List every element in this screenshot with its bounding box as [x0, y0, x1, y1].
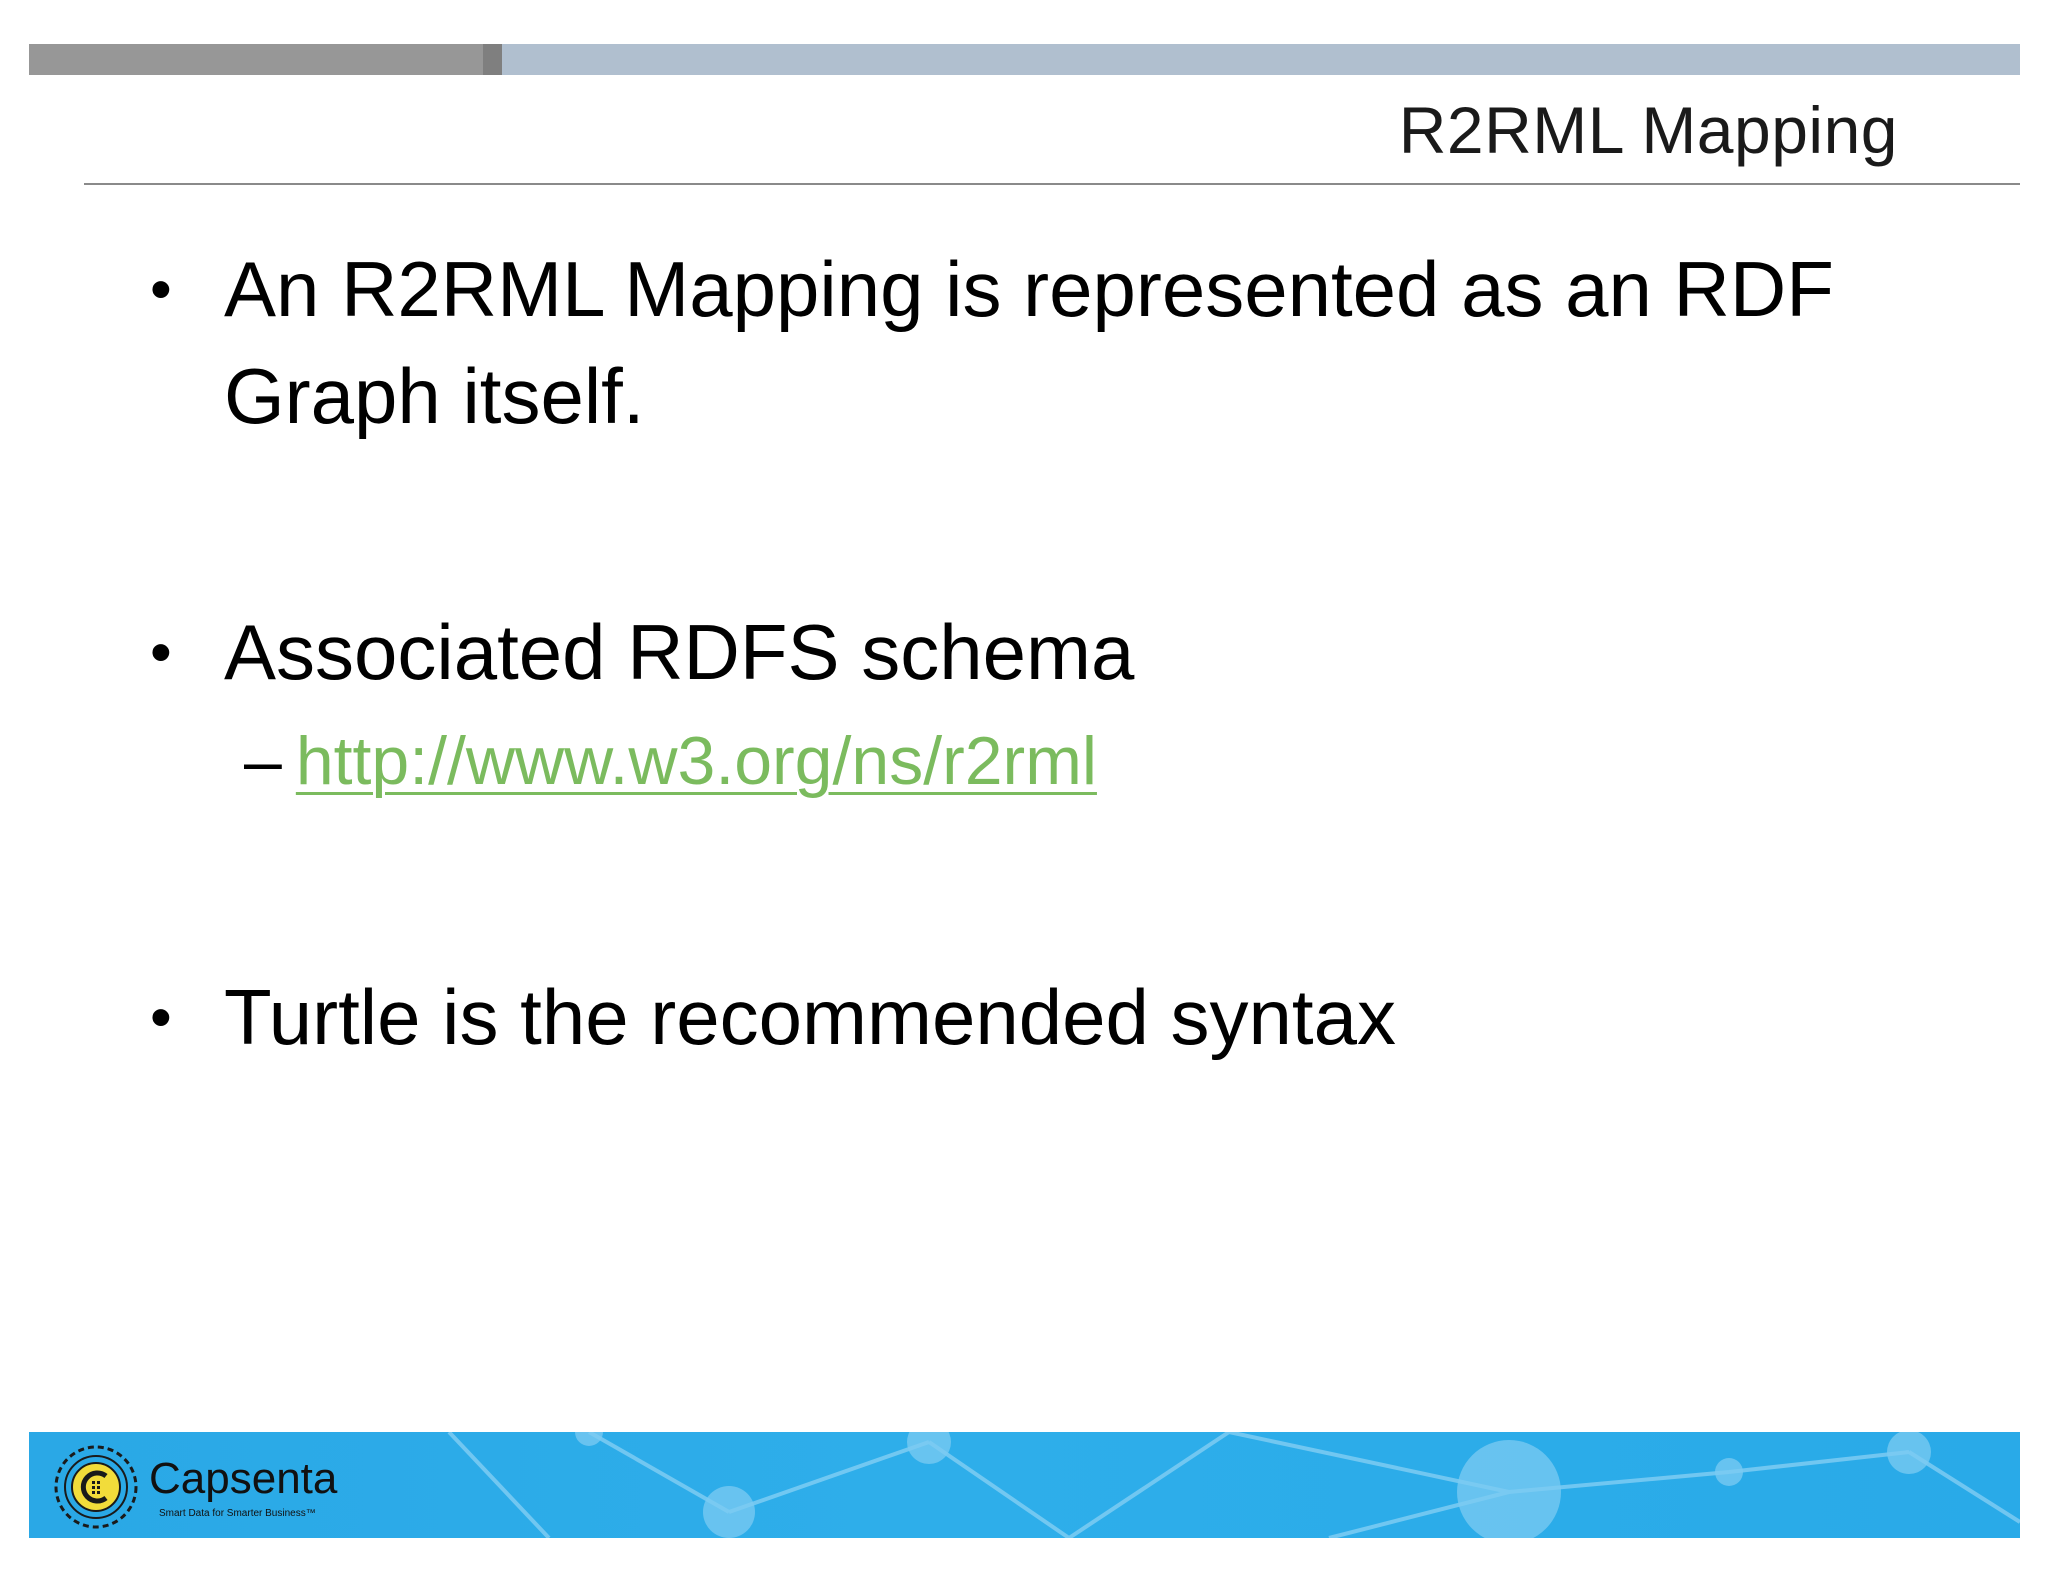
capsenta-logo-icon: [54, 1445, 138, 1529]
bullet-text: Turtle is the recommended syntax: [224, 973, 1396, 1061]
sub-bullet-item: – http://www.w3.org/ns/r2rml: [244, 716, 1097, 806]
bullet-marker: •: [150, 618, 172, 687]
brand-tagline: Smart Data for Smarter Business™: [159, 1508, 316, 1519]
footer-banner: Capsenta Smart Data for Smarter Business…: [29, 1432, 2020, 1538]
slide: R2RML Mapping • An R2RML Mapping is repr…: [0, 0, 2048, 1582]
slide-title: R2RML Mapping: [1398, 93, 1898, 167]
bullet-text: Associated RDFS schema: [224, 608, 1135, 696]
top-bar-light-segment: [502, 44, 2020, 75]
r2rml-schema-link[interactable]: http://www.w3.org/ns/r2rml: [296, 723, 1097, 799]
top-bar-dark-segment: [29, 44, 483, 75]
bullet-marker: •: [150, 255, 172, 324]
top-bar-accent-segment: [483, 44, 502, 75]
bullet-marker: •: [150, 983, 172, 1052]
title-divider: [84, 183, 2020, 185]
sub-bullet-marker: –: [244, 723, 282, 799]
brand-name: Capsenta: [149, 1454, 338, 1503]
bullet-text: An R2RML Mapping is represented as an RD…: [224, 245, 1834, 440]
